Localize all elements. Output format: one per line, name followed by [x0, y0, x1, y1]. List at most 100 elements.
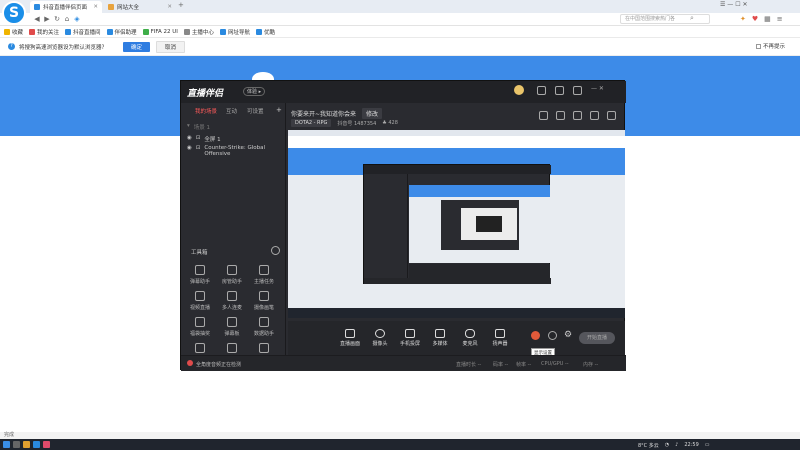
- more-tools-icon[interactable]: [271, 246, 280, 255]
- tool-item[interactable]: 房管助手: [217, 265, 247, 285]
- gift-icon[interactable]: [555, 86, 564, 95]
- tool-item[interactable]: 福袋抽奖: [185, 317, 215, 337]
- tool-item[interactable]: 弹幕板: [217, 317, 247, 337]
- bookmark-item[interactable]: 我的关注: [29, 28, 59, 36]
- add-scene-icon[interactable]: +: [276, 106, 282, 114]
- preview-taskbar: [288, 308, 625, 318]
- search-icon[interactable]: ⌕: [690, 14, 694, 23]
- tab-active[interactable]: 抖音直播伴侣页面 ✕: [30, 1, 102, 13]
- settings-icon[interactable]: [573, 86, 582, 95]
- menu-icon[interactable]: ≡: [777, 15, 783, 23]
- scene-group[interactable]: ▾ 场景 1: [187, 123, 210, 131]
- tool-multimedia[interactable]: 多媒体: [427, 329, 453, 347]
- layer-icon[interactable]: [548, 331, 557, 340]
- lock-icon[interactable]: ⊡: [196, 135, 201, 141]
- browser-taskbar-icon[interactable]: [33, 441, 40, 448]
- weather-text[interactable]: 8°C 多云: [638, 442, 659, 449]
- tool-icon: [195, 291, 205, 301]
- stream-title: 你要来开~我知道你会来: [291, 111, 357, 118]
- tab-interact[interactable]: 互动: [226, 107, 237, 115]
- fullscreen-icon[interactable]: [573, 111, 582, 120]
- start-live-button[interactable]: 开始直播: [579, 332, 615, 344]
- layout-icon[interactable]: [539, 111, 548, 120]
- bookmark-icon: [29, 28, 36, 35]
- address-bar[interactable]: [106, 14, 606, 24]
- lock-icon[interactable]: [556, 111, 565, 120]
- tool-item[interactable]: 数据助手: [249, 317, 279, 337]
- tool-item[interactable]: 多人连麦: [217, 291, 247, 311]
- browser-titlebar: 抖音直播伴侣页面 ✕ 网站大全 ✕ + ☰ — ☐ ✕: [0, 0, 800, 13]
- lock-icon[interactable]: ⊡: [196, 145, 201, 151]
- no-prompt-checkbox[interactable]: 不再提示: [756, 42, 785, 50]
- message-icon[interactable]: [537, 86, 546, 95]
- home-icon[interactable]: ⌂: [62, 15, 72, 23]
- question-icon: ?: [8, 43, 15, 50]
- window-controls[interactable]: ☰ — ☐ ✕: [720, 1, 748, 8]
- settings-gear-icon[interactable]: ⚙: [564, 330, 572, 340]
- browser-logo[interactable]: S: [2, 1, 26, 25]
- network-icon[interactable]: ◔: [665, 442, 669, 448]
- tool-item[interactable]: 视频直播: [185, 291, 215, 311]
- tool-icon: [227, 291, 237, 301]
- bookmark-item[interactable]: 主播中心: [183, 28, 214, 36]
- bookmark-item[interactable]: 优酷: [255, 28, 275, 36]
- search-taskbar-icon[interactable]: [13, 441, 20, 448]
- bookmark-item[interactable]: 网址导航: [219, 28, 250, 36]
- tool-speaker[interactable]: 扬声器: [487, 329, 513, 347]
- tool-icon: [227, 343, 237, 353]
- tab-inactive[interactable]: 网站大全 ✕: [104, 1, 176, 13]
- close-tab-icon[interactable]: ✕: [93, 4, 98, 10]
- record-icon[interactable]: [531, 331, 540, 340]
- game-category[interactable]: DOTA2 - RPG: [291, 119, 332, 127]
- search-input[interactable]: 在中国范围搜索热门各: [620, 14, 710, 24]
- clock[interactable]: 22:59: [684, 442, 698, 448]
- tool-camera[interactable]: 摄像头: [367, 329, 393, 347]
- tool-microphone[interactable]: 麦克风: [457, 329, 483, 347]
- bookmark-item[interactable]: 伴侣助理: [106, 28, 137, 36]
- share-icon[interactable]: [607, 111, 616, 120]
- tool-screen-capture[interactable]: 直播画面: [337, 329, 363, 347]
- tool-phone-cast[interactable]: 手机投屏: [397, 329, 423, 347]
- scene-row[interactable]: ◉ ⊡ 全屏 1: [187, 135, 221, 143]
- windows-start-icon[interactable]: [3, 441, 10, 448]
- version-chip[interactable]: 体验 ▸: [243, 87, 266, 96]
- tool-icon: [195, 343, 205, 353]
- new-tab-icon[interactable]: +: [178, 1, 184, 9]
- app-taskbar-icon[interactable]: [43, 441, 50, 448]
- bell-icon[interactable]: [590, 111, 599, 120]
- heart-icon[interactable]: ♥: [752, 15, 758, 23]
- tool-item[interactable]: 摄像画笔: [249, 291, 279, 311]
- close-tab-icon[interactable]: ✕: [167, 4, 172, 10]
- eye-icon[interactable]: ◉: [187, 145, 192, 151]
- eye-icon[interactable]: ◉: [187, 135, 192, 141]
- grid-icon[interactable]: ▦: [764, 15, 771, 23]
- bookmark-item[interactable]: 抖音直播间: [65, 28, 101, 36]
- tool-item[interactable]: 弹幕助手: [185, 265, 215, 285]
- shield-icon[interactable]: ◈: [72, 15, 82, 23]
- cancel-button[interactable]: 取消: [156, 40, 186, 53]
- explorer-icon[interactable]: [23, 441, 30, 448]
- notification-icon[interactable]: ▭: [705, 442, 710, 448]
- tab-my-scenes[interactable]: 我的场景: [195, 107, 217, 115]
- back-icon[interactable]: ◀: [32, 15, 42, 23]
- edit-title-button[interactable]: 修改: [362, 108, 383, 119]
- tools-icon[interactable]: ✦: [740, 15, 746, 23]
- confirm-button[interactable]: 确定: [123, 41, 151, 52]
- tool-item[interactable]: 主播任务: [249, 265, 279, 285]
- avatar[interactable]: [514, 85, 524, 95]
- checkbox-icon: [756, 43, 761, 49]
- window-controls-icon[interactable]: — ✕: [591, 85, 604, 92]
- bookmark-item[interactable]: 收藏: [4, 28, 23, 36]
- volume-icon[interactable]: ♪: [675, 442, 678, 448]
- bookmark-item[interactable]: FIFA 22 UI: [142, 28, 178, 35]
- forward-icon[interactable]: ▶: [42, 15, 52, 23]
- reload-icon[interactable]: ↻: [52, 15, 62, 23]
- star-icon: [4, 28, 10, 35]
- scene-row[interactable]: ◉ ⊡ Counter-Strike: Global Offensive: [187, 145, 282, 157]
- nested-bottom-tools: [409, 264, 550, 278]
- follower-count: ♣ 428: [382, 120, 398, 126]
- tab-settings[interactable]: 可设置: [247, 107, 264, 115]
- room-id: 抖音号 1487354: [337, 120, 377, 127]
- status-cpu: CPU/GPU --: [541, 361, 569, 367]
- live-preview[interactable]: [288, 130, 625, 318]
